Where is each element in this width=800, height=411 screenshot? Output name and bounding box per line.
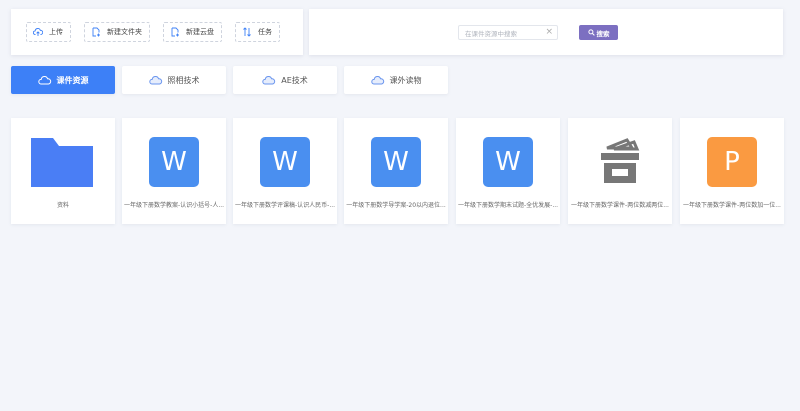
cloud-icon xyxy=(370,76,384,85)
search-panel: 在课件资源中搜索 × 搜索 xyxy=(309,9,783,55)
file-icon-area: W xyxy=(482,136,534,188)
cloud-icon xyxy=(262,76,276,85)
tab-label: AE技术 xyxy=(281,75,308,85)
file-icon-area: W xyxy=(148,136,200,188)
new-folder-label: 新建文件夹 xyxy=(107,28,142,36)
file-name: 一年级下册数学导学案-20以内退位... xyxy=(346,202,446,209)
upload-button[interactable]: 上传 xyxy=(26,22,71,42)
ppt-doc-icon: P xyxy=(707,137,757,187)
archive-box-icon xyxy=(594,136,646,188)
file-card-word[interactable]: W 一年级下册数学期末试题-全优发展-... xyxy=(456,118,560,224)
new-cloud-disk-button[interactable]: 新建云盘 xyxy=(163,22,222,42)
file-card-ppt[interactable]: P 一年级下册数学课件-两位数加一位... xyxy=(680,118,784,224)
file-icon-area: P xyxy=(706,136,758,188)
upload-label: 上传 xyxy=(49,28,63,36)
tab-courseware-resources[interactable]: 课件资源 xyxy=(11,66,115,94)
word-doc-icon: W xyxy=(483,137,533,187)
tab-label: 课件资源 xyxy=(56,75,89,85)
search-icon xyxy=(587,29,595,36)
search-placeholder: 在课件资源中搜索 xyxy=(465,29,517,38)
tab-ae-tech[interactable]: AE技术 xyxy=(233,66,337,94)
file-name: 资料 xyxy=(56,202,69,209)
new-cloud-disk-icon xyxy=(171,27,179,37)
new-cloud-disk-label: 新建云盘 xyxy=(186,28,214,36)
file-name: 一年级下册数学评课稿-认识人民币-... xyxy=(235,202,336,209)
folder-icon xyxy=(29,134,95,190)
file-name: 一年级下册数学课件-两位数减两位... xyxy=(571,202,669,209)
tasks-button[interactable]: 任务 xyxy=(235,22,280,42)
cloud-icon xyxy=(37,76,51,85)
file-card-word[interactable]: W 一年级下册数学评课稿-认识人民币-... xyxy=(233,118,337,224)
file-actions-toolbar: 上传 新建文件夹 新建云盘 任务 xyxy=(11,9,303,55)
file-icon-area: W xyxy=(370,136,422,188)
search-button[interactable]: 搜索 xyxy=(579,25,618,40)
tab-photography[interactable]: 照相技术 xyxy=(122,66,226,94)
cloud-upload-icon xyxy=(33,28,43,36)
tab-label: 照相技术 xyxy=(167,75,200,85)
file-icon-area: W xyxy=(259,136,311,188)
search-input[interactable]: 在课件资源中搜索 × xyxy=(458,25,558,40)
word-doc-icon: W xyxy=(260,137,310,187)
word-doc-icon: W xyxy=(149,137,199,187)
file-card-word[interactable]: W 一年级下册数学导学案-20以内退位... xyxy=(344,118,448,224)
file-name: 一年级下册数学教案-认识小括号-人... xyxy=(124,202,225,209)
tab-extracurricular-reading[interactable]: 课外读物 xyxy=(344,66,448,94)
file-name: 一年级下册数学期末试题-全优发展-... xyxy=(458,202,559,209)
file-card-archive[interactable]: 一年级下册数学课件-两位数减两位... xyxy=(568,118,672,224)
file-card-folder[interactable]: 资料 xyxy=(11,118,115,224)
search-button-label: 搜索 xyxy=(596,29,610,38)
transfer-arrows-icon xyxy=(243,27,251,37)
new-folder-button[interactable]: 新建文件夹 xyxy=(84,22,150,42)
tasks-label: 任务 xyxy=(258,28,272,36)
new-file-icon xyxy=(92,27,100,37)
file-card-word[interactable]: W 一年级下册数学教案-认识小括号-人... xyxy=(122,118,226,224)
file-name: 一年级下册数学课件-两位数加一位... xyxy=(683,202,781,209)
word-doc-icon: W xyxy=(371,137,421,187)
tab-label: 课外读物 xyxy=(389,75,422,85)
clear-search-icon[interactable]: × xyxy=(545,27,553,38)
cloud-icon xyxy=(148,76,162,85)
